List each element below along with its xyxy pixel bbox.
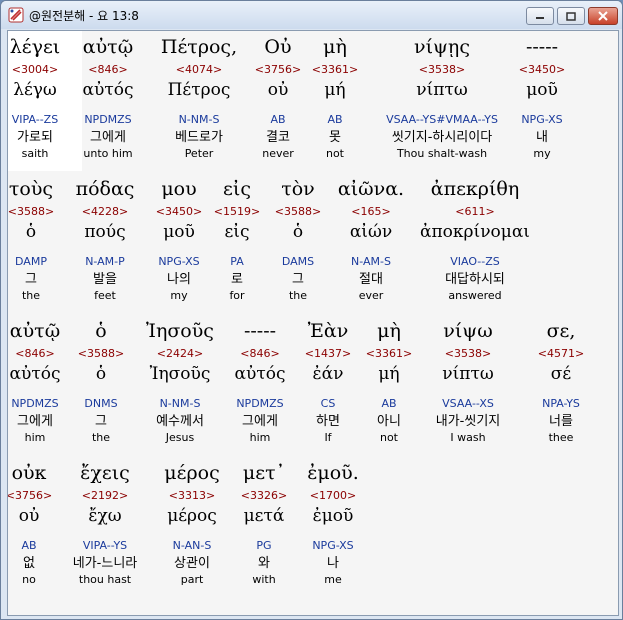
word-token[interactable]: ἐμοῦ. <1700> ἐμοῦ NPG-XS 나 me: [258, 461, 408, 587]
close-button[interactable]: [588, 7, 618, 25]
app-icon: [8, 7, 24, 23]
korean-gloss: 내: [536, 130, 548, 145]
strongs-number: <1700>: [309, 489, 357, 502]
english-gloss: thee: [548, 431, 574, 444]
greek-word: ἐμοῦ.: [307, 462, 359, 484]
english-gloss: my: [533, 147, 551, 160]
title-bar[interactable]: @원전분해 - 요 13:8: [1, 1, 622, 29]
interlinear-panel[interactable]: λέγει <3004> λέγω VIPA--ZS 가로되 saith αὐτῷ <846>…: [7, 30, 619, 616]
morphology-code: NPG-XS: [521, 113, 563, 126]
english-gloss: me: [324, 573, 342, 586]
morphology-code: VIAO--ZS: [450, 255, 500, 268]
maximize-button[interactable]: [557, 7, 585, 25]
korean-gloss: 대답하시되: [445, 272, 505, 287]
greek-word: σε,: [546, 320, 576, 342]
greek-word: -----: [525, 36, 559, 58]
minimize-button[interactable]: [526, 7, 554, 25]
lemma: σέ: [550, 364, 572, 384]
app-window: @원전분해 - 요 13:8 λέγει <3004> λέγω VIPA--ZS 가로…: [0, 0, 623, 620]
lemma: ἐμοῦ: [312, 506, 354, 526]
korean-gloss: 나: [327, 556, 339, 571]
morphology-code: NPA-YS: [542, 397, 580, 410]
word-token[interactable]: σε, <4571> σέ NPA-YS 너를 thee: [486, 319, 618, 445]
english-gloss: answered: [448, 289, 502, 302]
strongs-number: <3450>: [518, 63, 566, 76]
korean-gloss: 너를: [549, 414, 573, 429]
maximize-icon: [566, 11, 576, 21]
word-token[interactable]: ----- <3450> μοῦ NPG-XS 내 my: [467, 35, 617, 161]
morphology-code: NPG-XS: [312, 539, 354, 552]
lemma: μοῦ: [526, 80, 558, 100]
strongs-number: <4571>: [537, 347, 585, 360]
close-icon: [598, 11, 608, 21]
strongs-number: <611>: [455, 205, 495, 218]
greek-word: ἀπεκρίθη: [430, 178, 520, 200]
window-title: @원전분해 - 요 13:8: [29, 8, 139, 23]
minimize-icon: [536, 17, 544, 19]
lemma: ἀποκρίνομαι: [420, 222, 530, 242]
word-token[interactable]: ἀπεκρίθη <611> ἀποκρίνομαι VIAO--ZS 대답하시되 ans…: [400, 177, 550, 303]
